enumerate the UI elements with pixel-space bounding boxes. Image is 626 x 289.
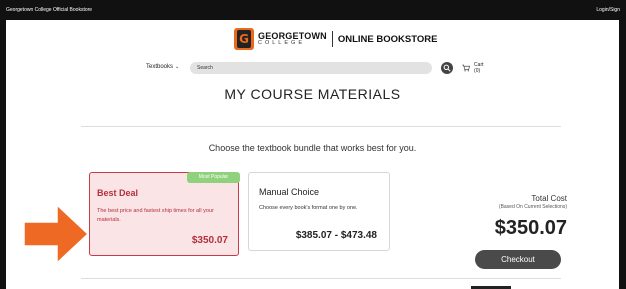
page: G GEORGETOWN COLLEGE ONLINE BOOKSTORE Te…: [6, 20, 619, 289]
best-deal-option[interactable]: Best Deal The best price and fastest shi…: [89, 172, 239, 256]
manual-choice-title: Manual Choice: [259, 187, 320, 197]
textbooks-menu[interactable]: Textbooks ⌄: [146, 64, 179, 70]
search-placeholder: Search: [197, 65, 213, 71]
checkout-button[interactable]: Checkout: [475, 250, 561, 269]
store-name: ONLINE BOOKSTORE: [337, 33, 438, 45]
best-deal-price: $350.07: [191, 235, 228, 246]
search-button[interactable]: [441, 62, 453, 74]
store-logo[interactable]: G GEORGETOWN COLLEGE ONLINE BOOKSTORE: [234, 28, 437, 50]
most-popular-badge: Most Popular: [187, 172, 240, 183]
login-link[interactable]: Login/Sign: [596, 7, 620, 13]
search-input[interactable]: Search: [190, 62, 432, 74]
section-divider-bottom: [81, 278, 561, 279]
logo-divider: [331, 31, 333, 47]
total-cost-value: $350.07: [494, 217, 567, 239]
search-icon: [443, 64, 451, 72]
college-shield-icon: G: [234, 28, 254, 50]
cart-label: Cart (0): [474, 62, 484, 74]
chevron-down-icon: ⌄: [175, 64, 180, 70]
college-sub: COLLEGE: [258, 39, 305, 46]
manual-choice-option[interactable]: Manual Choice Choose every book's format…: [248, 172, 390, 251]
total-cost-sublabel: (Based On Current Selections): [498, 204, 567, 210]
total-cost-panel: Total Cost (Based On Current Selections)…: [495, 194, 567, 240]
top-bar: Georgetown College Official Bookstore Lo…: [0, 0, 626, 20]
right-arrow-icon: [23, 204, 89, 264]
college-wordmark: GEORGETOWN COLLEGE: [258, 31, 327, 47]
section-divider-top: [81, 126, 561, 127]
cart-icon: [462, 64, 470, 72]
best-deal-description: The best price and fastest ship times fo…: [97, 208, 214, 223]
site-name-link[interactable]: Georgetown College Official Bookstore: [6, 7, 92, 13]
total-cost-label: Total Cost: [531, 194, 567, 203]
manual-choice-price: $385.07 - $473.48: [295, 230, 377, 241]
textbooks-menu-label: Textbooks: [146, 64, 174, 70]
main-nav: Textbooks ⌄ Search Cart (0): [146, 62, 484, 76]
manual-choice-description: Choose every book's format one by one.: [259, 205, 358, 211]
page-title: MY COURSE MATERIALS: [224, 86, 401, 102]
browser-frame: Georgetown College Official Bookstore Lo…: [0, 0, 626, 289]
cart-link[interactable]: Cart (0): [462, 62, 486, 74]
bundle-subtitle: Choose the textbook bundle that works be…: [208, 143, 417, 153]
best-deal-title: Best Deal: [97, 188, 139, 198]
